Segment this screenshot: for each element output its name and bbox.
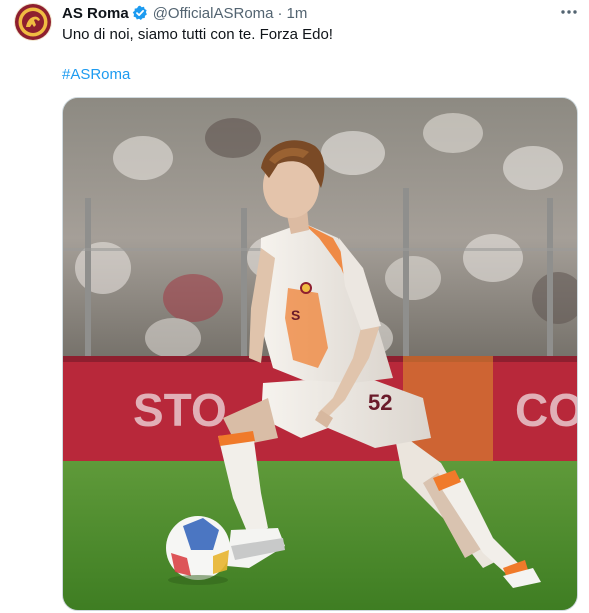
tweet-media-photo[interactable]: STO CO 52 S bbox=[62, 97, 578, 611]
tweet-header: AS Roma @OfficialASRoma · 1m bbox=[62, 4, 307, 22]
as-roma-logo-icon bbox=[15, 4, 51, 40]
more-horizontal-icon[interactable] bbox=[558, 3, 580, 21]
tweet[interactable]: AS Roma @OfficialASRoma · 1m Uno di noi,… bbox=[0, 0, 589, 613]
avatar[interactable] bbox=[14, 3, 52, 41]
banner-text-right: CO bbox=[515, 384, 578, 436]
svg-text:S: S bbox=[291, 307, 300, 323]
football-player-photo: STO CO 52 S bbox=[63, 98, 578, 610]
tweet-text: Uno di noi, siamo tutti con te. Forza Ed… bbox=[62, 26, 333, 43]
author-handle[interactable]: @OfficialASRoma bbox=[153, 5, 274, 22]
verified-badge-icon bbox=[132, 5, 148, 21]
banner-text-left: STO bbox=[133, 384, 227, 436]
tweet-timestamp[interactable]: 1m bbox=[287, 5, 308, 22]
author-name[interactable]: AS Roma bbox=[62, 5, 129, 22]
hashtag-link[interactable]: #ASRoma bbox=[62, 66, 130, 83]
shorts-number: 52 bbox=[368, 390, 392, 415]
header-separator: · bbox=[277, 4, 283, 22]
